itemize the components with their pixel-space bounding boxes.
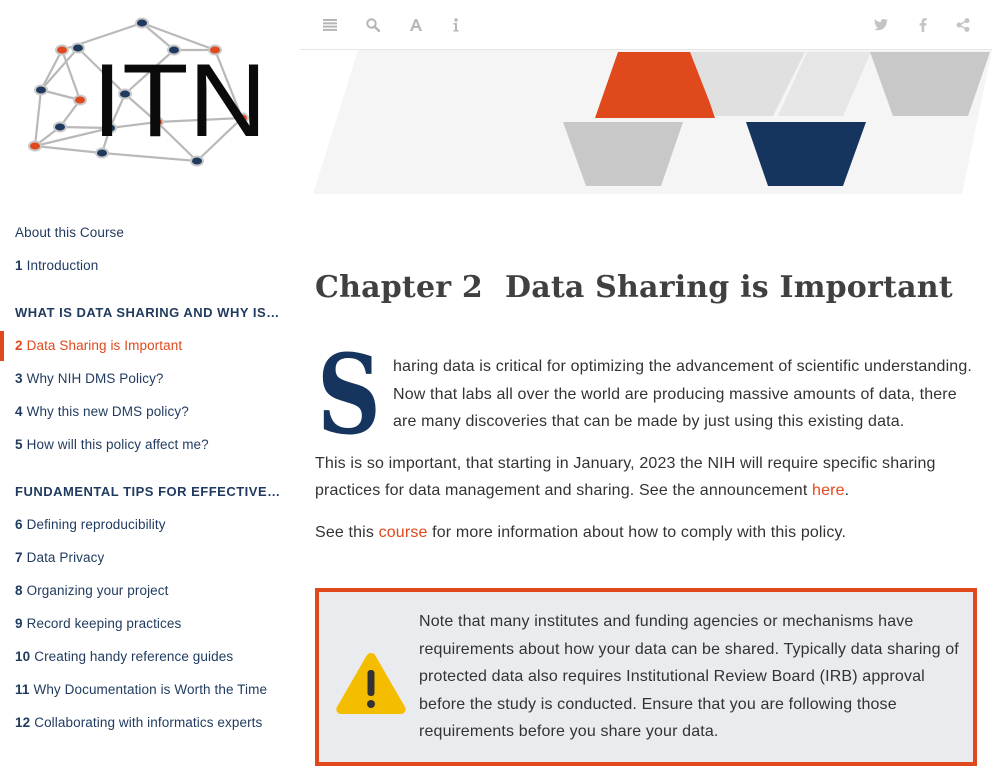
toc-item-12[interactable]: 12 Collaborating with informatics experts: [0, 708, 299, 741]
toc-item-label: Introduction: [26, 258, 99, 273]
intro-text: haring data is critical for optimizing t…: [393, 358, 972, 430]
toc-item-label: Collaborating with informatics experts: [34, 715, 263, 730]
toc-item-number: 10: [15, 649, 31, 664]
toc-item-label: Data Sharing is Important: [26, 338, 183, 353]
toc-item-7[interactable]: 7 Data Privacy: [0, 543, 299, 576]
toc-item-number: 11: [15, 682, 30, 697]
warning-callout: Note that many institutes and funding ag…: [315, 588, 977, 766]
course-text-end: for more information about how to comply…: [427, 523, 847, 541]
itn-logo[interactable]: ITN: [22, 14, 272, 174]
toc-item-label: Data Privacy: [26, 550, 105, 565]
toc-item-label: How will this policy affect me?: [26, 437, 209, 452]
twitter-icon[interactable]: [868, 12, 894, 38]
toc-item-2[interactable]: 2 Data Sharing is Important: [0, 331, 299, 364]
toc-item-label: Defining reproducibility: [26, 517, 166, 532]
chapter-title: Data Sharing is Important: [504, 270, 953, 305]
sidebar: ITN About this Course 1 Introduction WHAT …: [0, 0, 299, 744]
info-icon[interactable]: [443, 12, 469, 38]
callout-text: Note that many institutes and funding ag…: [419, 613, 959, 740]
course-paragraph: See this course for more information abo…: [315, 519, 977, 547]
toc-item-label: Organizing your project: [26, 583, 169, 598]
toc-item-1[interactable]: 1 Introduction: [0, 251, 299, 284]
chapter-heading: Chapter 2 Data Sharing is Important: [315, 270, 977, 305]
toc-item-8[interactable]: 8 Organizing your project: [0, 576, 299, 609]
course-link[interactable]: course: [379, 524, 428, 541]
toc-item-label: Record keeping practices: [26, 616, 182, 631]
toc-item-number: 5: [15, 437, 23, 452]
top-toolbar: [300, 0, 992, 50]
menu-icon[interactable]: [317, 12, 343, 38]
course-text-start: See this: [315, 523, 379, 541]
toc-item-3[interactable]: 3 Why NIH DMS Policy?: [0, 364, 299, 397]
toc-item-number: 2: [15, 338, 23, 353]
logo-text: ITN: [92, 43, 267, 159]
toc-item-number: 8: [15, 583, 23, 598]
nih-paragraph: This is so important, that starting in J…: [315, 450, 977, 505]
toc-about[interactable]: About this Course: [0, 218, 299, 251]
font-settings-icon[interactable]: [403, 12, 429, 38]
toc-item-label: Why this new DMS policy?: [26, 404, 189, 419]
toc-item-11[interactable]: 11 Why Documentation is Worth the Time: [0, 675, 299, 708]
svg-text:S: S: [317, 347, 381, 439]
drop-cap: S: [317, 347, 381, 439]
search-icon[interactable]: [360, 12, 386, 38]
chapter-banner-graphic: [313, 50, 992, 194]
main-content: Chapter 2 Data Sharing is Important Shari…: [315, 270, 977, 546]
toc-item-6[interactable]: 6 Defining reproducibility: [0, 510, 299, 543]
share-icon[interactable]: [950, 12, 976, 38]
toc-item-4[interactable]: 4 Why this new DMS policy?: [0, 397, 299, 430]
toc-item-number: 1: [15, 258, 23, 273]
toc-item-label: Why Documentation is Worth the Time: [33, 682, 268, 697]
facebook-icon[interactable]: [910, 12, 936, 38]
announcement-link[interactable]: here: [812, 482, 845, 499]
toc-item-number: 3: [15, 371, 23, 386]
table-of-contents: About this Course 1 Introduction WHAT IS D…: [0, 218, 299, 741]
toc-item-number: 4: [15, 404, 23, 419]
toc-item-5[interactable]: 5 How will this policy affect me?: [0, 430, 299, 463]
toc-part-header[interactable]: FUNDAMENTAL TIPS FOR EFFECTIVE DATA SHAR…: [0, 477, 299, 510]
nih-text-end: .: [844, 482, 850, 499]
warning-icon: [336, 653, 406, 714]
toc-item-10[interactable]: 10 Creating handy reference guides: [0, 642, 299, 675]
toc-item-label: Creating handy reference guides: [34, 649, 234, 664]
toc-item-number: 7: [15, 550, 23, 565]
toc-item-number: 6: [15, 517, 23, 532]
toc-item-number: 12: [15, 715, 31, 730]
intro-paragraph: Sharing data is critical for optimizing …: [315, 347, 977, 439]
toc-item-number: 9: [15, 616, 23, 631]
toc-item-9[interactable]: 9 Record keeping practices: [0, 609, 299, 642]
chapter-number: Chapter 2: [315, 270, 483, 305]
toc-item-label: Why NIH DMS Policy?: [26, 371, 164, 386]
toc-part-header[interactable]: WHAT IS DATA SHARING AND WHY IS IT IMPOR…: [0, 298, 299, 331]
